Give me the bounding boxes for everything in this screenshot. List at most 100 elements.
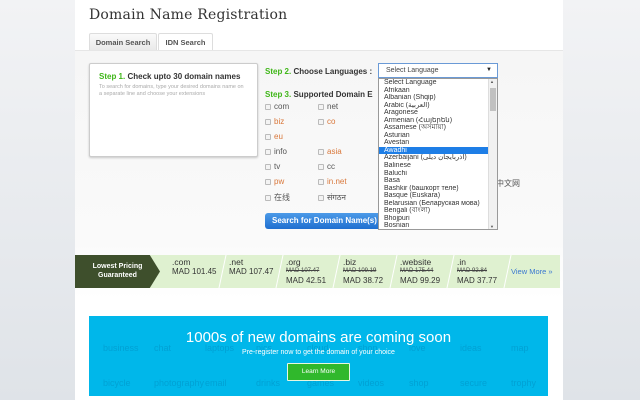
price-current: MAD 42.51 (286, 276, 327, 285)
checkbox-icon[interactable] (265, 103, 271, 110)
extension-checkbox[interactable]: eu (265, 132, 283, 141)
checkbox-icon[interactable] (318, 103, 324, 110)
checkbox-icon[interactable] (265, 194, 271, 201)
extension-checkbox[interactable]: com (265, 102, 289, 111)
checkbox-icon[interactable] (318, 118, 324, 125)
checkbox-icon[interactable] (318, 194, 324, 201)
dropdown-scrollbar[interactable]: ▲ ▼ (488, 79, 497, 229)
checkbox-icon[interactable] (265, 148, 271, 155)
learn-more-button[interactable]: Learn More (287, 363, 350, 381)
extension-label: net (327, 102, 339, 111)
step2-label: Choose Languages : (293, 67, 373, 76)
extension-label: pw (274, 177, 285, 186)
language-dropdown-list[interactable]: Select Language Afrikaan Albanian (Shqip) A… (378, 78, 498, 230)
extension-label: biz (274, 117, 285, 126)
checkbox-icon[interactable] (265, 133, 271, 140)
checkbox-icon[interactable] (318, 163, 324, 170)
lowest-pricing-tag: Lowest Pricing Guaranteed (75, 255, 160, 288)
view-more-link[interactable]: View More » (511, 267, 553, 276)
extension-label: asia (327, 147, 342, 156)
checkbox-icon[interactable] (318, 178, 324, 185)
pricing-bar: Lowest Pricing Guaranteed .com MAD 101.45… (75, 255, 560, 288)
extension-checkbox[interactable]: biz (265, 117, 284, 126)
language-option[interactable]: Belarusian (Беларуская мова) (379, 200, 488, 208)
language-option[interactable]: Azerbaijani (آذربایجان دیلی) (379, 154, 488, 162)
price-current: MAD 38.72 (343, 276, 384, 285)
extension-label: info (274, 147, 287, 156)
price-current: MAD 99.29 (400, 276, 441, 285)
extension-label: eu (274, 132, 283, 141)
language-select[interactable]: Select Language ▼ (378, 63, 498, 78)
extension-label: 在线 (274, 193, 290, 202)
scroll-up-icon[interactable]: ▲ (490, 79, 494, 84)
language-option[interactable]: Bashkir (башҡорт теле) (379, 185, 488, 193)
extension-label: co (327, 117, 336, 126)
language-option[interactable]: Select Language (379, 79, 488, 87)
step3-number: Step 3. (265, 90, 292, 99)
language-option[interactable]: Asturian (379, 132, 488, 140)
extension-label: cc (327, 162, 335, 171)
extension-checkbox[interactable]: asia (318, 147, 342, 156)
language-option[interactable]: Armenian (Հայերեն) (379, 117, 488, 125)
tab-divider (75, 50, 563, 51)
banner-bg-word: drinks (256, 378, 281, 388)
banner-subheading: Pre-register now to get the domain of yo… (242, 349, 395, 356)
step3-label: Supported Domain E (293, 90, 373, 99)
extension-checkbox[interactable]: co (318, 117, 335, 126)
language-option[interactable]: Baluchi (379, 170, 488, 178)
language-option[interactable]: Avestan (379, 139, 488, 147)
checkbox-icon[interactable] (318, 148, 324, 155)
step2-number: Step 2. (265, 67, 292, 76)
language-option[interactable]: Aragonese (379, 109, 488, 117)
language-option[interactable]: Awadhi (379, 146, 488, 155)
banner-bg-word: photography (154, 378, 205, 388)
select-value: Select Language (386, 67, 439, 74)
banner-heading: 1000s of new domains are coming soon (185, 329, 452, 346)
banner-bg-word: shop (409, 378, 429, 388)
page: Domain Name Registration Domain Search I… (75, 0, 563, 400)
page-title: Domain Name Registration (89, 7, 288, 23)
extension-checkbox[interactable]: tv (265, 162, 280, 171)
language-option[interactable]: Albanian (Shqip) (379, 94, 488, 102)
language-option[interactable]: Bengali (বাংলা) (379, 207, 488, 215)
language-option[interactable]: Arabic (العربية) (379, 102, 488, 110)
language-option[interactable]: Afrikaan (379, 87, 488, 95)
new-domains-banner: business chat laptops pics cloud shop love idea… (89, 316, 548, 396)
language-option[interactable]: Assamese (অসমীয়া) (379, 124, 488, 132)
extension-label: tv (274, 162, 281, 171)
banner-bg-word: secure (460, 378, 488, 388)
language-option[interactable]: Basa (379, 177, 488, 185)
tab-idn-search[interactable]: IDN Search (158, 33, 213, 51)
extension-label: com (274, 102, 290, 111)
checkbox-icon[interactable] (265, 118, 271, 125)
checkbox-icon[interactable] (265, 163, 271, 170)
extension-checkbox[interactable]: संगठन (318, 192, 346, 203)
extension-label: संगठन (327, 193, 346, 202)
step1-hint: To search for domains, type your desired… (99, 84, 244, 97)
banner-bg-word: email (205, 378, 227, 388)
scrollbar-thumb[interactable] (490, 88, 496, 111)
language-option[interactable]: Bhojpuri (379, 215, 488, 223)
scroll-down-icon[interactable]: ▼ (490, 224, 494, 229)
dropdown-arrow-icon: ▼ (486, 67, 492, 73)
extension-checkbox[interactable]: info (265, 147, 287, 156)
language-option[interactable]: Balinese (379, 162, 488, 170)
extension-checkbox[interactable]: pw (265, 177, 284, 186)
banner-bg-word: videos (358, 378, 385, 388)
language-option[interactable]: Bosnian (379, 222, 488, 229)
banner-bg-word: bicycle (103, 378, 131, 388)
extension-checkbox[interactable]: cc (318, 162, 335, 171)
domain-names-textarea[interactable]: Step 1. Check upto 30 domain names To se… (89, 63, 258, 157)
extension-checkbox[interactable]: 在线 (265, 192, 290, 203)
price-current: MAD 37.77 (457, 276, 498, 285)
extension-label: in.net (327, 177, 347, 186)
step1-label: Check upto 30 domain names (127, 72, 241, 81)
extension-label: 中文网 (496, 179, 520, 188)
step1-number: Step 1. (99, 72, 126, 81)
language-option[interactable]: Basque (Euskara) (379, 192, 488, 200)
extension-checkbox[interactable]: net (318, 102, 338, 111)
banner-bg-word: trophy (511, 378, 537, 388)
extension-checkbox[interactable]: in.net (318, 177, 347, 186)
checkbox-icon[interactable] (265, 178, 271, 185)
tab-domain-search[interactable]: Domain Search (89, 33, 157, 51)
